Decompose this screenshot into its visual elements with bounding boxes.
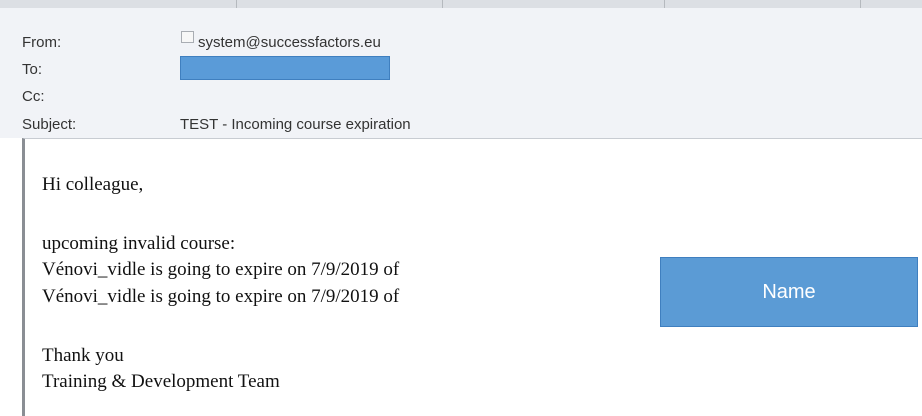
cc-label: Cc:	[22, 88, 45, 105]
expiry-line: Vénovi_vidle is going to expire on 7/9/2…	[42, 259, 400, 280]
email-header	[0, 8, 922, 138]
from-label: From:	[22, 34, 62, 51]
intro-text: upcoming invalid course:	[42, 233, 236, 254]
subject-value: TEST - Incoming course expiration	[180, 116, 411, 133]
to-label: To:	[22, 61, 43, 78]
closing-text: Thank you	[42, 345, 124, 366]
toolbar-segment	[236, 0, 443, 8]
greeting-text: Hi colleague,	[42, 174, 144, 195]
subject-label: Subject:	[22, 116, 77, 133]
toolbar-segment	[0, 0, 237, 8]
from-address[interactable]: system@successfactors.eu	[198, 34, 381, 51]
toolbar-segment	[442, 0, 665, 8]
name-redaction-label: Name	[762, 280, 816, 303]
signature-text: Training & Development Team	[42, 371, 280, 392]
name-redaction-box: Name	[660, 257, 918, 327]
expiry-line: Vénovi_vidle is going to expire on 7/9/2…	[42, 286, 400, 307]
to-recipient-redacted[interactable]	[180, 56, 390, 80]
toolbar-segment	[664, 0, 861, 8]
contact-icon	[181, 31, 194, 43]
